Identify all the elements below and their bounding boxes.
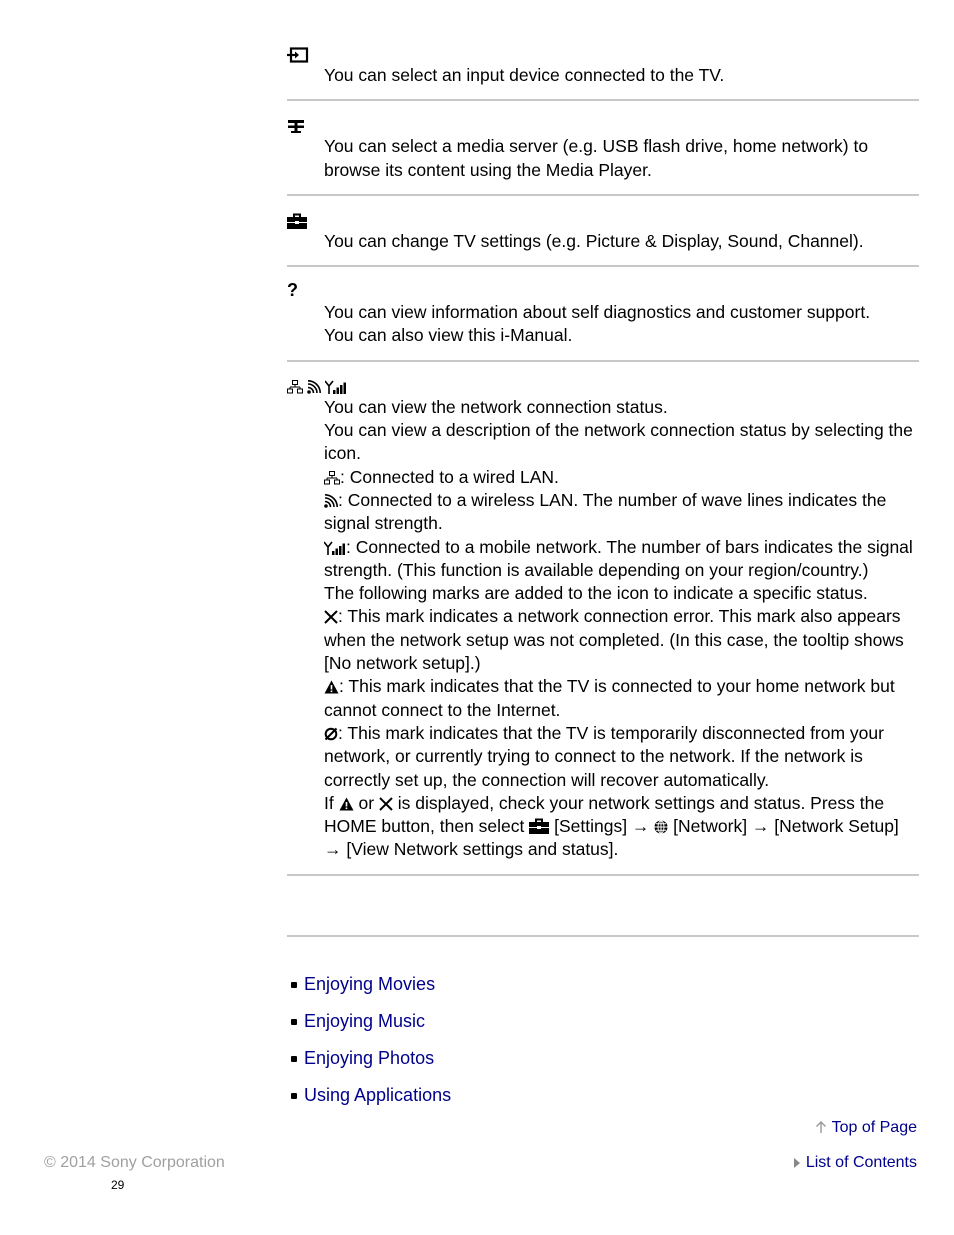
media-server-icon (287, 117, 305, 135)
wired-lan-icon (287, 379, 303, 394)
section-media-server: You can select a media server (e.g. USB … (287, 101, 919, 182)
bullet (291, 1018, 297, 1025)
input-icon (287, 46, 309, 64)
wireless-lan-icon (324, 493, 338, 508)
mobile-network-icon (325, 380, 346, 394)
network-settings-instruction: If or is displayed, check your network s… (324, 792, 899, 860)
mobile-network-description: : Connected to a mobile network. The num… (324, 536, 913, 580)
wireless-lan-icon (307, 379, 321, 394)
section-text: You can also view this i-Manual. (324, 325, 573, 346)
globe-network-icon (654, 820, 668, 834)
separator (287, 873, 919, 876)
disconnected-mark-description: : This mark indicates that the TV is tem… (324, 722, 884, 790)
section-text: You can view information about self diag… (324, 302, 871, 323)
list-of-contents[interactable]: List of Contents (793, 1154, 917, 1172)
link-enjoying-music[interactable]: Enjoying Music (304, 1011, 425, 1032)
mobile-network-icon (324, 541, 345, 555)
related-link-item: Enjoying Photos (291, 1040, 451, 1077)
marks-intro: The following marks are added to the ico… (324, 583, 868, 604)
toolbox-settings-icon (287, 212, 307, 230)
top-of-page-link[interactable]: Top of Page (832, 1119, 917, 1136)
arrow-up-icon (816, 1121, 827, 1133)
bullet (291, 1092, 297, 1099)
related-link-item: Enjoying Music (291, 1003, 451, 1040)
related-links: Enjoying Movies Enjoying Music Enjoying … (291, 966, 451, 1114)
section-help: ? You can view information about self di… (287, 267, 919, 348)
bullet (291, 1055, 297, 1062)
link-enjoying-movies[interactable]: Enjoying Movies (304, 974, 435, 995)
help-question-icon: ? (287, 279, 298, 300)
page-number: 29 (111, 1178, 125, 1192)
section-text: You can select an input device connected… (324, 65, 725, 85)
section-text: You can change TV settings (e.g. Picture… (324, 230, 864, 251)
link-enjoying-photos[interactable]: Enjoying Photos (304, 1048, 434, 1069)
network-intro: You can view the network connection stat… (324, 396, 668, 417)
warning-triangle-icon (339, 797, 354, 811)
separator (287, 934, 919, 937)
top-of-page[interactable]: Top of Page (815, 1119, 917, 1137)
related-link-item: Using Applications (291, 1077, 451, 1114)
copyright: © 2014 Sony Corporation (44, 1154, 225, 1171)
error-x-icon (379, 797, 393, 811)
main-content: You can select an input device connected… (287, 0, 919, 937)
wired-lan-icon (324, 470, 340, 485)
bullet (291, 981, 297, 988)
disconnected-icon (324, 727, 338, 741)
error-mark-description: : This mark indicates a network connecti… (324, 606, 904, 674)
section-settings: You can change TV settings (e.g. Picture… (287, 196, 919, 253)
network-intro-detail: You can view a description of the networ… (324, 420, 913, 464)
triangle-right-icon (794, 1158, 801, 1168)
section-network: You can view the network connection stat… (287, 362, 919, 862)
link-using-applications[interactable]: Using Applications (304, 1085, 451, 1106)
section-input: You can select an input device connected… (287, 0, 919, 87)
related-link-item: Enjoying Movies (291, 966, 451, 1003)
section-text: You can select a media server (e.g. USB … (324, 136, 869, 180)
error-x-icon (324, 610, 338, 625)
warning-mark-description: : This mark indicates that the TV is con… (324, 676, 895, 720)
wireless-lan-description: : Connected to a wireless LAN. The numbe… (324, 489, 887, 534)
toolbox-settings-icon (529, 818, 550, 835)
list-of-contents-link[interactable]: List of Contents (806, 1154, 917, 1171)
warning-triangle-icon (324, 680, 339, 694)
wired-lan-description: : Connected to a wired LAN. (324, 466, 919, 489)
